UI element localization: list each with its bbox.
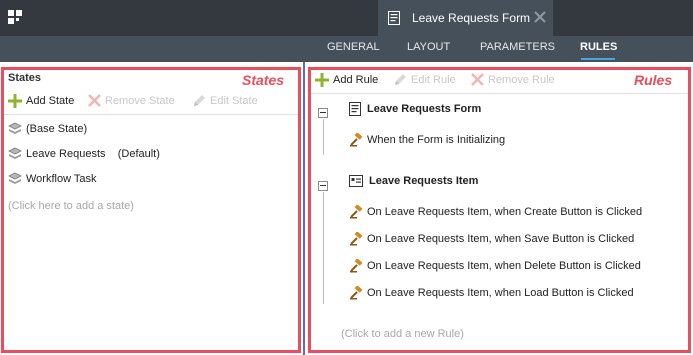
gavel-icon: [350, 205, 363, 219]
layers-icon: [8, 147, 22, 159]
states-panel-title: States: [8, 72, 42, 84]
pencil-icon: [194, 95, 205, 106]
rule-item[interactable]: On Leave Requests Item, when Load Button…: [349, 286, 634, 300]
close-icon[interactable]: [533, 10, 547, 24]
tab-layout[interactable]: LAYOUT: [407, 41, 450, 53]
rule-item-label: On Leave Requests Item, when Delete Butt…: [367, 260, 641, 272]
state-item-label: Workflow Task: [26, 173, 97, 185]
rule-group-title: Leave Requests Item: [369, 175, 479, 187]
rule-item[interactable]: On Leave Requests Item, when Save Button…: [349, 232, 634, 246]
form-icon: [349, 102, 361, 116]
remove-state-label: Remove State: [105, 94, 175, 107]
panel-splitter[interactable]: [303, 62, 305, 355]
add-state-button[interactable]: Add State: [8, 94, 74, 108]
add-rule-hint[interactable]: (Click to add a new Rule): [341, 328, 464, 340]
state-item-label: (Base State): [26, 123, 88, 135]
section-tabs: GENERAL LAYOUT PARAMETERS RULES: [0, 36, 693, 62]
remove-rule-label: Remove Rule: [488, 73, 555, 86]
layers-icon: [8, 122, 22, 134]
rule-group-title: Leave Requests Form: [367, 103, 482, 115]
edit-state-label: Edit State: [210, 95, 258, 107]
gavel-icon: [350, 286, 363, 300]
rule-item[interactable]: On Leave Requests Item, when Delete Butt…: [349, 259, 641, 273]
rule-group-leave-requests-form[interactable]: Leave Requests Form: [349, 102, 481, 116]
edit-rule-label: Edit Rule: [411, 74, 456, 86]
tab-parameters[interactable]: PARAMETERS: [480, 41, 555, 53]
pencil-icon: [395, 74, 406, 85]
state-item-base[interactable]: (Base State): [8, 122, 87, 136]
states-panel: States Add State Remove State Edit State…: [1, 67, 301, 353]
list-item-icon: [349, 175, 363, 187]
plus-icon: [8, 94, 22, 108]
add-rule-label: Add Rule: [333, 74, 379, 86]
add-state-hint[interactable]: (Click here to add a state): [8, 200, 134, 212]
collapse-toggle[interactable]: [318, 108, 328, 118]
remove-state-button[interactable]: Remove State: [88, 94, 175, 107]
add-rule-button[interactable]: Add Rule: [315, 73, 378, 87]
rules-toolbar-separator: [311, 93, 688, 94]
state-item-leave-requests[interactable]: Leave Requests (Default): [8, 147, 160, 161]
gavel-icon: [350, 133, 363, 147]
rules-panel: Add Rule Edit Rule Remove Rule Leave Req…: [308, 67, 691, 353]
group-rail: [323, 119, 324, 155]
tab-rules[interactable]: RULES: [580, 41, 617, 53]
remove-rule-button[interactable]: Remove Rule: [471, 73, 555, 86]
document-icon: [388, 11, 400, 25]
rule-group-leave-requests-item[interactable]: Leave Requests Item: [349, 175, 478, 187]
rule-item[interactable]: When the Form is Initializing: [349, 133, 505, 147]
add-state-label: Add State: [26, 95, 75, 107]
edit-state-button[interactable]: Edit State: [192, 94, 258, 108]
rule-item-label: On Leave Requests Item, when Save Button…: [367, 233, 635, 245]
gavel-icon: [350, 232, 363, 246]
app-grid-icon[interactable]: [8, 10, 22, 24]
group-rail: [323, 192, 324, 304]
gavel-icon: [350, 259, 363, 273]
rules-annotation-label: Rules: [634, 72, 673, 88]
layers-icon: [8, 172, 22, 184]
edit-rule-button[interactable]: Edit Rule: [393, 73, 456, 87]
state-item-label: Leave Requests (Default): [26, 148, 160, 160]
state-item-workflow-task[interactable]: Workflow Task: [8, 172, 97, 186]
title-bar: Leave Requests Form: [0, 0, 693, 36]
plus-icon: [315, 73, 329, 87]
active-tab-indicator: [581, 58, 615, 60]
rule-item-label: On Leave Requests Item, when Load Button…: [367, 287, 634, 299]
x-icon: [471, 73, 484, 86]
collapse-toggle[interactable]: [318, 181, 328, 191]
document-tab-title: Leave Requests Form: [412, 11, 531, 25]
rule-item-label: When the Form is Initializing: [367, 134, 506, 146]
x-icon: [88, 94, 101, 107]
rule-item[interactable]: On Leave Requests Item, when Create Butt…: [349, 205, 642, 219]
rule-item-label: On Leave Requests Item, when Create Butt…: [367, 206, 643, 218]
tab-general[interactable]: GENERAL: [327, 41, 380, 53]
states-toolbar-separator: [4, 114, 298, 115]
document-tab[interactable]: Leave Requests Form: [378, 0, 553, 36]
states-annotation-label: States: [242, 72, 285, 88]
